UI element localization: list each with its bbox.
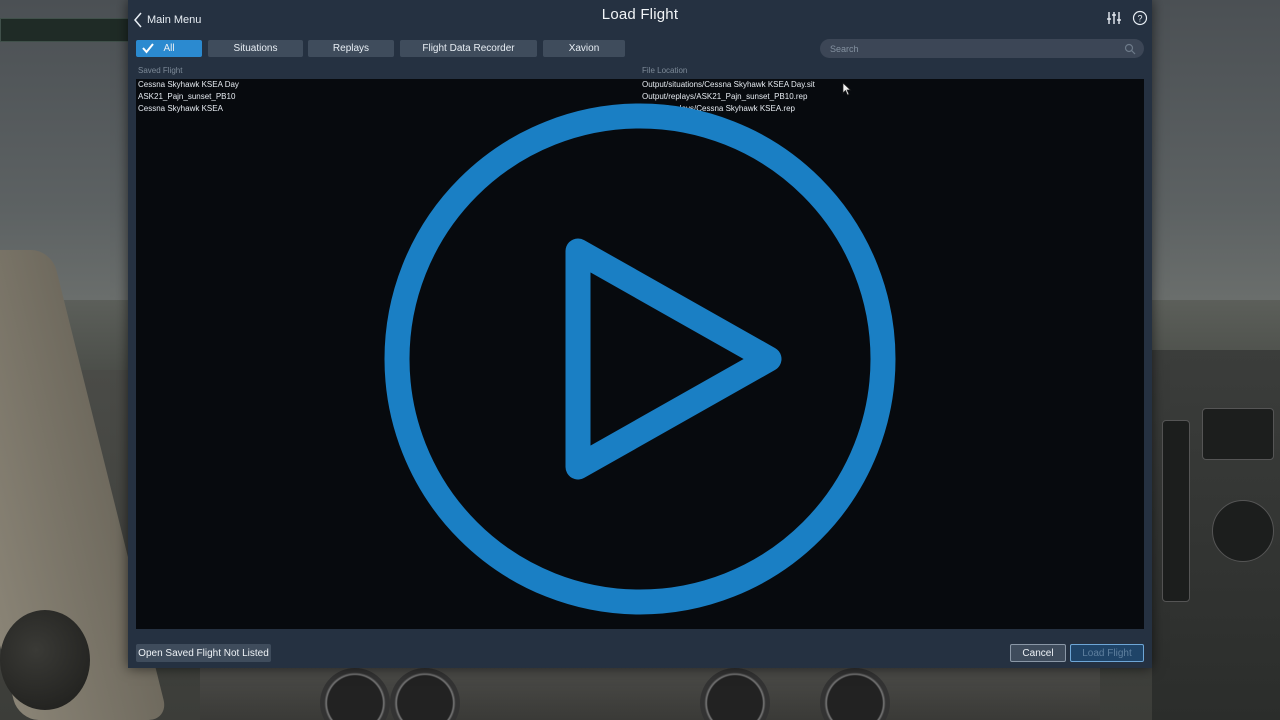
tab-replays[interactable]: Replays	[308, 40, 394, 57]
tab-xavion[interactable]: Xavion	[543, 40, 625, 57]
flight-name: Cessna Skyhawk KSEA	[138, 104, 223, 113]
tab-label: Flight Data Recorder	[422, 43, 515, 54]
help-circle-icon[interactable]: ?	[1132, 10, 1148, 26]
sliders-icon[interactable]	[1106, 10, 1122, 26]
file-location: Output/situations/Cessna Skyhawk KSEA Da…	[642, 80, 815, 89]
cancel-button[interactable]: Cancel	[1010, 644, 1066, 662]
search-icon	[1124, 43, 1136, 54]
instrument-panel-right	[1152, 350, 1280, 720]
load-flight-button[interactable]: Load Flight	[1070, 644, 1144, 662]
play-circle-icon[interactable]	[384, 103, 896, 615]
mouse-cursor-icon	[842, 82, 852, 96]
tab-label: Xavion	[568, 43, 600, 54]
svg-text:?: ?	[1137, 14, 1142, 24]
checkmark-icon	[142, 43, 154, 54]
yoke-knob	[0, 610, 90, 710]
table-row[interactable]: ASK21_Pajn_sunset_PB10 Output/replays/AS…	[136, 91, 1144, 103]
tab-label: Situations	[233, 43, 278, 54]
tab-label: Replays	[332, 43, 370, 54]
search-input[interactable]	[828, 42, 1124, 55]
dialog-title: Load Flight	[601, 6, 679, 23]
column-header-saved-flight[interactable]: Saved Flight	[138, 66, 182, 75]
tab-flight-data-recorder[interactable]: Flight Data Recorder	[400, 40, 537, 57]
tab-label: All	[163, 43, 175, 54]
saved-flights-list[interactable]: Cessna Skyhawk KSEA Day Output/situation…	[136, 79, 1144, 629]
open-saved-flight-button[interactable]: Open Saved Flight Not Listed	[136, 644, 271, 662]
tab-all[interactable]: All	[136, 40, 202, 57]
flight-name: ASK21_Pajn_sunset_PB10	[138, 92, 236, 101]
load-flight-dialog: Main Menu Load Flight ? All Situations R…	[128, 0, 1152, 668]
top-icons: ?	[1106, 10, 1148, 26]
flight-name: Cessna Skyhawk KSEA Day	[138, 80, 239, 89]
search-box	[820, 39, 1144, 58]
file-location: Output/replays/ASK21_Pajn_sunset_PB10.re…	[642, 92, 808, 101]
column-header-file-location[interactable]: File Location	[642, 66, 687, 75]
table-row[interactable]: Cessna Skyhawk KSEA Day Output/situation…	[136, 79, 1144, 91]
tab-situations[interactable]: Situations	[208, 40, 303, 57]
